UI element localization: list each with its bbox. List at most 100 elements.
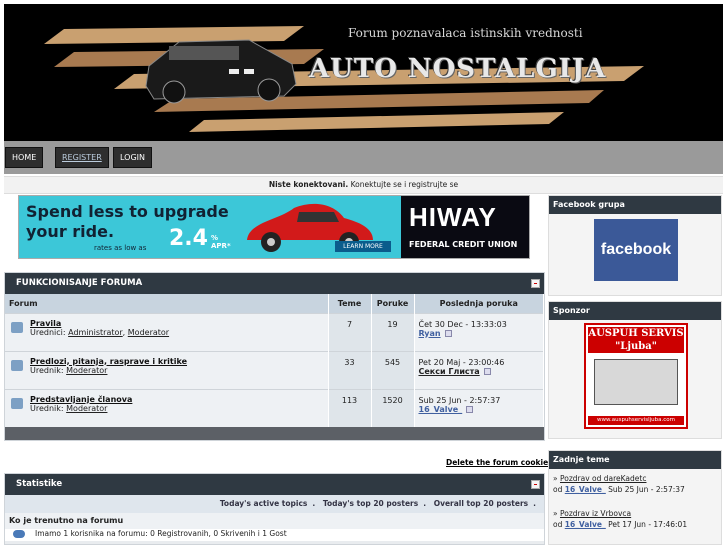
collapse-icon[interactable] — [531, 279, 540, 288]
topics-count: 113 — [328, 388, 372, 427]
moderators: Urednik: Moderator — [30, 404, 107, 413]
latest-topic: » Pozdrav od dareKadetc od 16_Valve_ Sub… — [553, 474, 685, 494]
last-post-date: Čet 30 Dec - 13:33:03 — [418, 319, 507, 329]
navbar: HOME REGISTER LOGIN — [4, 141, 723, 174]
site-header[interactable]: Forum poznavalaca istinskih vrednosti AU… — [4, 4, 723, 141]
facebook-widget: Facebook grupa facebook — [548, 195, 722, 296]
last-post: Čet 30 Dec - 13:33:03 Ryan — [414, 312, 544, 351]
forum-cell: Predstavljanje članova Urednik: Moderato… — [5, 388, 329, 427]
last-post-date: Pet 20 Maj - 23:00:46 — [418, 357, 505, 367]
col-last-post: Poslednja poruka — [414, 294, 544, 313]
separator: . — [533, 499, 536, 508]
ad-brand-panel: HIWAY FEDERAL CREDIT UNION — [401, 196, 529, 258]
statistics-title: Statistike — [16, 479, 63, 489]
posts-count: 545 — [371, 350, 415, 389]
forum-title[interactable]: Predstavljanje članova — [30, 395, 132, 404]
moderator-link[interactable]: Moderator — [128, 328, 169, 337]
topic-link[interactable]: Pozdrav iz Vrbovca — [560, 509, 631, 518]
topics-count: 7 — [328, 312, 372, 351]
ad-rate: 2.4 — [169, 226, 208, 251]
moderators: Urednik: Moderator — [30, 366, 107, 375]
facebook-logo[interactable]: facebook — [594, 219, 678, 281]
sponsor-name: AUSPUH SERVIS "Ljuba" — [588, 327, 684, 353]
forum-cell: Predlozi, pitanja, rasprave i kritike Ur… — [5, 350, 329, 389]
topic-user[interactable]: 16_Valve_ — [565, 485, 606, 494]
ad-rates: rates as low as — [94, 244, 147, 252]
topic-from: od — [553, 485, 563, 494]
mods-label: Urednik: — [30, 365, 64, 375]
sponsor-car-image — [594, 359, 678, 405]
forum-icon — [11, 397, 23, 409]
separator: . — [423, 499, 427, 508]
forum-table: Forum Teme Poruke Poslednja poruka Pravi… — [5, 294, 544, 427]
ad-percent: % — [211, 234, 219, 242]
online-header: Ko je trenutno na forumu — [5, 513, 544, 529]
users-icon — [13, 530, 25, 538]
latest-topic: » Pozdrav iz Vrbovca od 16_Valve_ Pet 17… — [553, 509, 688, 529]
forum-cell: Pravila Urednici: Administrator, Moderat… — [5, 312, 329, 351]
table-row: Predstavljanje članova Urednik: Moderato… — [5, 388, 544, 427]
go-to-post-icon[interactable] — [483, 367, 491, 375]
ad-apr: % APR* — [211, 234, 231, 250]
last-post-date: Sub 25 Jun - 2:57:37 — [418, 395, 501, 405]
ad-line-1: Spend less to upgrade — [26, 202, 229, 221]
banner-ad[interactable]: Spend less to upgrade your ride. rates a… — [18, 195, 530, 259]
last-post-user[interactable]: Секси Глиста — [419, 367, 480, 376]
category-footer — [5, 427, 544, 440]
home-button[interactable]: HOME — [5, 147, 44, 168]
forum-title[interactable]: Pravila — [30, 319, 61, 328]
go-to-post-icon[interactable] — [444, 329, 452, 337]
delete-cookies-link[interactable]: Delete the forum cookies — [446, 458, 553, 467]
connection-bar: Niste konektovani. Konektujte se i regis… — [4, 176, 723, 194]
statistics-header: Statistike — [5, 474, 544, 495]
sponsor-url: www.auspuhservisljuba.com — [588, 416, 684, 425]
sponsor-sub: "Ljuba" — [615, 341, 657, 352]
topic-date: Sub 25 Jun - 2:57:37 — [608, 485, 685, 494]
statistics-block: Statistike Today's active topics. Today'… — [4, 473, 545, 545]
facebook-header: Facebook grupa — [549, 196, 721, 214]
topics-count: 33 — [328, 350, 372, 389]
mods-label: Urednici: — [30, 327, 66, 337]
stats-links: Today's active topics. Today's top 20 po… — [5, 495, 544, 513]
go-to-post-icon[interactable] — [466, 405, 474, 413]
header-tagline: Forum poznavalaca istinskih vrednosti — [348, 26, 583, 40]
collapse-icon[interactable] — [531, 480, 540, 489]
latest-topics-widget: Zadnje teme » Pozdrav od dareKadetc od 1… — [548, 450, 722, 545]
posts-count: 19 — [371, 312, 415, 351]
learn-more-button[interactable]: LEARN MORE — [335, 241, 391, 252]
topic-user[interactable]: 16_Valve_ — [565, 520, 606, 529]
sponsor-name-text: AUSPUH SERVIS — [588, 328, 684, 339]
col-topics: Teme — [328, 294, 372, 313]
sponsor-banner[interactable]: AUSPUH SERVIS "Ljuba" www.auspuhservislju… — [584, 323, 688, 429]
page: Forum poznavalaca istinskih vrednosti AU… — [0, 0, 727, 545]
today-top-posters-link[interactable]: Today's top 20 posters — [323, 499, 418, 508]
mods-label: Urednik: — [30, 403, 64, 413]
col-posts: Poruke — [371, 294, 415, 313]
col-forum: Forum — [5, 294, 329, 313]
online-text: Imamo 1 korisnika na forumu: 0 Registrov… — [5, 529, 544, 541]
last-post-user[interactable]: 16_Valve_ — [419, 405, 463, 414]
separator: . — [312, 499, 316, 508]
ad-brand: HIWAY — [409, 202, 497, 232]
table-row: Pravila Urednici: Administrator, Moderat… — [5, 312, 544, 351]
moderator-link[interactable]: Administrator — [68, 328, 123, 337]
topic-date: Pet 17 Jun - 17:46:01 — [608, 520, 688, 529]
moderator-link[interactable]: Moderator — [66, 366, 107, 375]
last-post-user[interactable]: Ryan — [419, 329, 441, 338]
category-title[interactable]: FUNKCIONISANJE FORUMA — [16, 278, 142, 288]
active-topics-link[interactable]: Today's active topics — [220, 499, 308, 508]
overall-top-posters-link[interactable]: Overall top 20 posters — [434, 499, 528, 508]
login-button[interactable]: LOGIN — [113, 147, 153, 168]
connection-hint[interactable]: Konektujte se i registrujte se — [351, 180, 459, 189]
posts-count: 1520 — [371, 388, 415, 427]
forum-icon — [11, 359, 23, 371]
forum-category: FUNKCIONISANJE FORUMA Forum Teme Poruke … — [4, 272, 545, 441]
forum-icon — [11, 321, 23, 333]
register-button[interactable]: REGISTER — [55, 147, 109, 168]
forum-title[interactable]: Predlozi, pitanja, rasprave i kritike — [30, 357, 187, 366]
topic-link[interactable]: Pozdrav od dareKadetc — [560, 474, 647, 483]
site-logo[interactable]: AUTO NOSTALGIJA — [309, 54, 606, 84]
topic-from: od — [553, 520, 563, 529]
connection-status: Niste konektovani. — [268, 180, 349, 189]
moderator-link[interactable]: Moderator — [66, 404, 107, 413]
